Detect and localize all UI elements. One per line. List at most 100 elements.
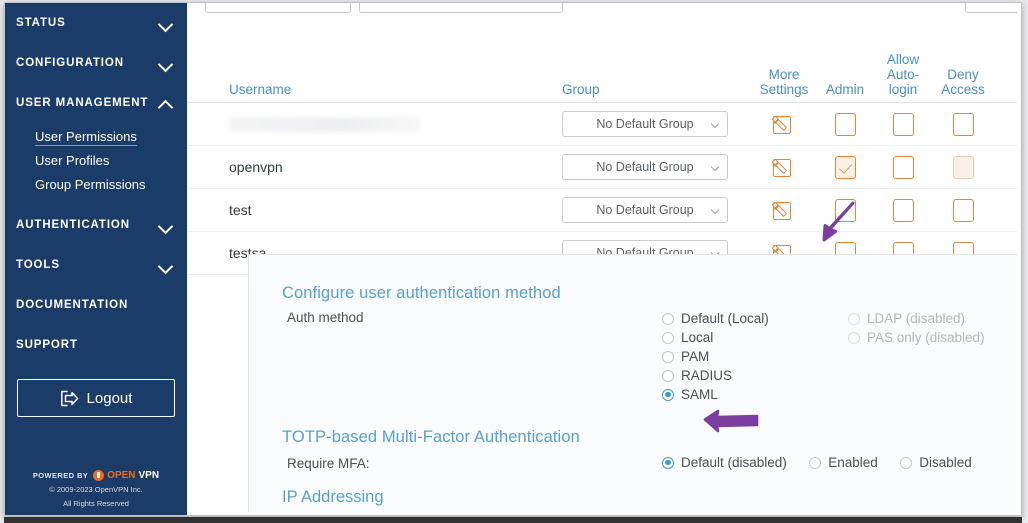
sidebar-group-authentication-label: AUTHENTICATION — [16, 219, 130, 231]
sidebar-group-user-management[interactable]: USER MANAGEMENT — [5, 83, 187, 123]
mfa-option-enabled[interactable]: Enabled — [809, 453, 878, 472]
auth-option-default-local[interactable]: Default (Local) — [662, 309, 848, 328]
powered-by-label: POWERED BY — [32, 471, 89, 480]
sidebar-item-group-permissions-label: Group Permissions — [35, 177, 146, 192]
column-header-more-settings-line2: Settings — [759, 82, 809, 97]
cell-deny-access — [932, 155, 994, 179]
column-header-username[interactable]: Username — [187, 82, 562, 97]
auth-options-column-2: LDAP (disabled) PAS only (disabled) — [848, 309, 1017, 404]
radio-icon — [848, 331, 860, 344]
mfa-option-default-disabled[interactable]: Default (disabled) — [662, 453, 787, 472]
logout-container: Logout — [5, 365, 187, 417]
edit-pencil-icon[interactable] — [771, 113, 795, 135]
auth-section-title: Configure user authentication method — [282, 284, 561, 302]
main-content: Username Group More Settings Admin Allow… — [187, 3, 1021, 515]
browser-window: STATUS CONFIGURATION USER MANAGEMENT Use… — [4, 2, 1022, 516]
column-header-more-settings: More Settings — [752, 67, 816, 97]
sidebar-item-documentation[interactable]: DOCUMENTATION — [5, 285, 187, 325]
edit-pencil-icon[interactable] — [771, 199, 795, 221]
auth-option-pas-only-label: PAS only (disabled) — [867, 330, 985, 345]
auth-option-pas-only: PAS only (disabled) — [848, 328, 1017, 347]
sidebar-group-status[interactable]: STATUS — [5, 3, 187, 43]
chevron-down-icon — [159, 221, 173, 230]
cell-username: openvpn — [187, 159, 562, 175]
top-input-left[interactable] — [205, 3, 351, 13]
radio-icon — [809, 456, 822, 469]
sidebar-group-configuration-label: CONFIGURATION — [16, 57, 124, 69]
radio-icon — [662, 350, 674, 363]
admin-checkbox[interactable] — [834, 198, 856, 222]
auth-option-ldap: LDAP (disabled) — [848, 309, 1017, 328]
sidebar-item-support[interactable]: SUPPORT — [5, 325, 187, 365]
group-select[interactable]: No Default Group — [562, 154, 728, 180]
sidebar-group-configuration[interactable]: CONFIGURATION — [5, 43, 187, 83]
sidebar-item-user-profiles[interactable]: User Profiles — [5, 149, 187, 173]
sidebar-item-support-label: SUPPORT — [16, 339, 78, 351]
column-header-more-settings-line1: More — [768, 67, 800, 82]
sidebar-footer: POWERED BY OPEN VPN © 2009-2023 OpenVPN I… — [5, 470, 187, 509]
mfa-option-disabled-label: Disabled — [919, 455, 972, 470]
cell-username — [187, 116, 562, 132]
admin-checkbox[interactable] — [834, 112, 856, 136]
autologin-checkbox[interactable] — [892, 155, 914, 179]
cell-autologin — [874, 112, 932, 136]
auth-option-local[interactable]: Local — [662, 328, 848, 347]
top-input-middle[interactable] — [359, 3, 563, 13]
chevron-down-icon — [710, 162, 720, 172]
sidebar-item-user-permissions[interactable]: User Permissions — [5, 125, 187, 149]
user-settings-panel: Configure user authentication method Aut… — [248, 254, 1017, 512]
cell-username: test — [187, 202, 562, 218]
top-cutoff-inputs — [187, 3, 1017, 15]
sidebar-group-tools[interactable]: TOOLS — [5, 245, 187, 285]
cell-more-settings — [752, 199, 816, 221]
logout-button[interactable]: Logout — [17, 379, 175, 417]
openvpn-shield-icon — [93, 470, 105, 481]
auth-option-local-label: Local — [681, 330, 714, 345]
edit-pencil-icon[interactable] — [771, 156, 795, 178]
radio-icon — [662, 369, 674, 382]
cell-admin — [816, 155, 874, 179]
username-redacted — [229, 116, 421, 132]
column-header-autologin-line2: Auto- — [886, 67, 920, 82]
column-header-autologin-line1: Allow — [886, 52, 920, 67]
autologin-checkbox[interactable] — [892, 198, 914, 222]
mfa-option-disabled[interactable]: Disabled — [900, 453, 972, 472]
logout-button-label: Logout — [86, 389, 133, 407]
copyright-text: © 2009-2023 OpenVPN Inc. — [49, 485, 143, 494]
auth-option-pam-label: PAM — [681, 349, 710, 364]
cell-more-settings — [752, 156, 816, 178]
group-select-value: No Default Group — [596, 117, 694, 131]
sidebar-item-documentation-label: DOCUMENTATION — [16, 299, 129, 311]
sidebar-group-user-management-label: USER MANAGEMENT — [16, 97, 149, 109]
mfa-options: Default (disabled) Enabled Disabled — [662, 453, 990, 474]
window-bottom-edge — [4, 517, 1022, 523]
sidebar-group-authentication[interactable]: AUTHENTICATION — [5, 205, 187, 245]
column-header-group[interactable]: Group — [562, 82, 752, 97]
admin-checkbox[interactable] — [834, 155, 856, 179]
sidebar-item-group-permissions[interactable]: Group Permissions — [5, 173, 187, 197]
sidebar-group-tools-label: TOOLS — [16, 259, 60, 271]
column-header-deny-line1: Deny — [947, 67, 979, 82]
group-select[interactable]: No Default Group — [562, 111, 728, 137]
auth-option-saml[interactable]: SAML — [662, 385, 848, 404]
radio-icon — [900, 456, 913, 469]
deny-access-checkbox[interactable] — [952, 155, 974, 179]
auth-option-radius[interactable]: RADIUS — [662, 366, 848, 385]
table-row: test No Default Group — [187, 189, 1017, 232]
table-header-row: Username Group More Settings Admin Allow… — [187, 31, 1017, 103]
cell-group: No Default Group — [562, 154, 752, 180]
cell-autologin — [874, 155, 932, 179]
autologin-checkbox[interactable] — [892, 112, 914, 136]
chevron-down-icon — [159, 19, 173, 28]
sidebar-group-status-label: STATUS — [16, 17, 66, 29]
deny-access-checkbox[interactable] — [952, 198, 974, 222]
username-text: openvpn — [229, 159, 283, 175]
deny-access-checkbox[interactable] — [952, 112, 974, 136]
auth-option-pam[interactable]: PAM — [662, 347, 848, 366]
top-input-right[interactable] — [965, 3, 1017, 13]
radio-icon — [662, 331, 674, 344]
radio-icon — [662, 312, 674, 325]
sidebar-item-user-profiles-label: User Profiles — [35, 153, 110, 168]
cell-admin — [816, 198, 874, 222]
group-select[interactable]: No Default Group — [562, 197, 728, 223]
